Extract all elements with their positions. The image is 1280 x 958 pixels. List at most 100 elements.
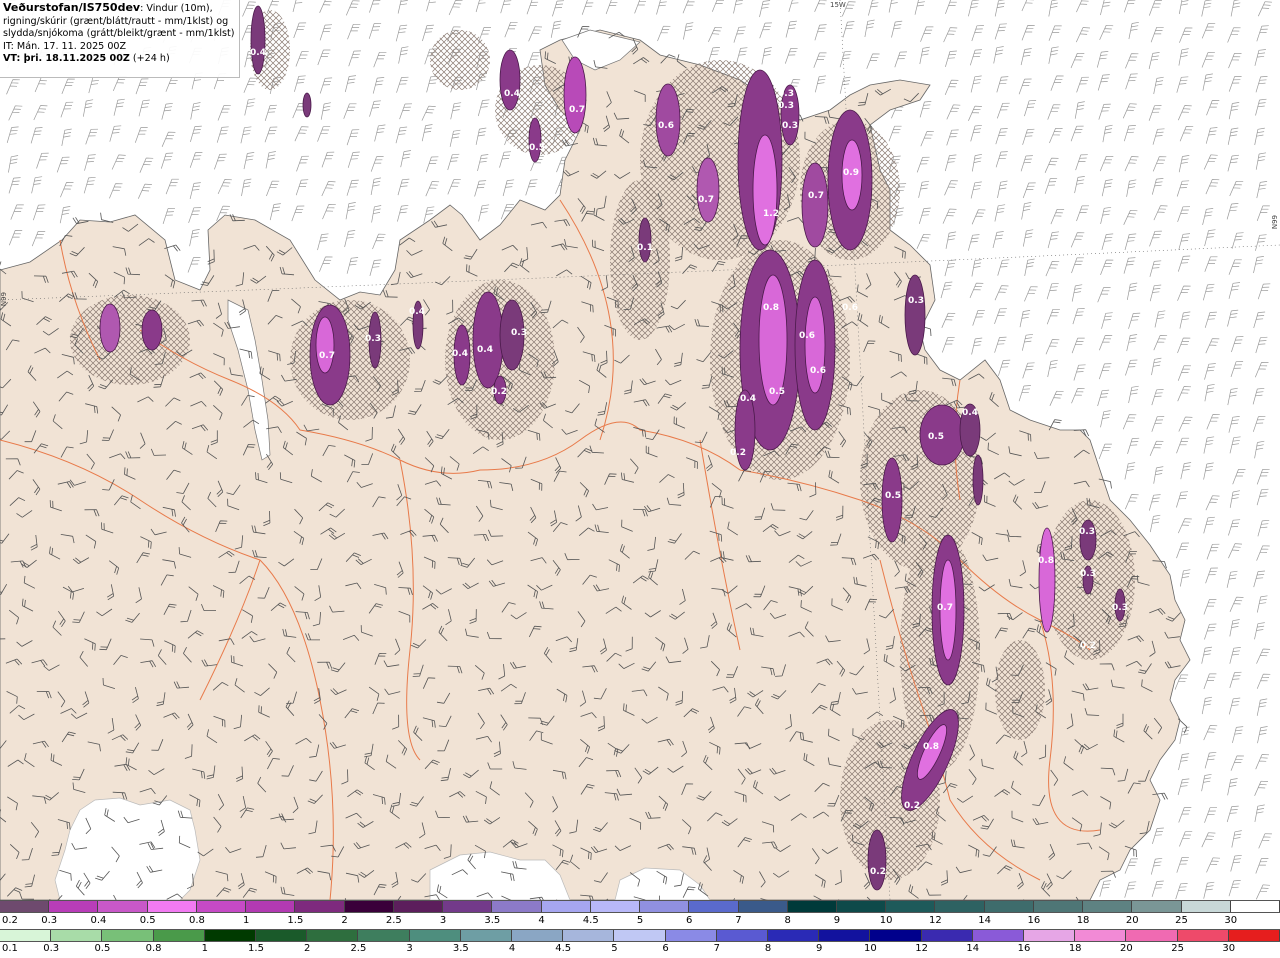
precip-value-label: 0.5 — [928, 432, 944, 442]
precip-value-label: 0.2 — [491, 387, 507, 397]
wind-barb — [265, 151, 276, 169]
wind-barb — [1256, 595, 1268, 613]
colorbar-swatch — [614, 930, 666, 941]
wind-barb — [1228, 102, 1240, 120]
colorbar-label: 2 — [341, 915, 348, 926]
wind-barb — [784, 47, 798, 64]
colorbar-swatch — [590, 901, 641, 912]
wind-barb — [1176, 856, 1189, 873]
wind-barb — [447, 179, 461, 195]
wind-barb — [1203, 516, 1215, 534]
wind-barb — [36, 152, 49, 169]
wind-barb — [1024, 286, 1038, 302]
wind-barb — [733, 26, 746, 43]
wind-barb — [189, 229, 200, 247]
wind-barb — [1228, 697, 1241, 715]
wind-barb — [321, 181, 336, 197]
precip-value-label: 0.4 — [504, 89, 520, 99]
colorbar-swatch — [393, 901, 444, 912]
wind-barb — [944, 154, 957, 172]
colorbar-swatch — [98, 901, 148, 912]
colorbar-label: 3 — [439, 915, 447, 926]
wind-barb — [60, 101, 74, 118]
map-info-box: Veðurstofan/IS750dev: Vindur (10m), rign… — [0, 0, 240, 78]
wind-barb — [1123, 209, 1138, 225]
wind-barb — [1024, 258, 1035, 276]
wind-barb — [426, 75, 438, 93]
wind-barb — [502, 179, 515, 197]
wind-barb — [971, 209, 986, 225]
wind-barb — [1230, 0, 1241, 17]
colorbar-label: 16 — [1017, 943, 1031, 954]
wind-barb — [475, 127, 487, 145]
wind-barb — [372, 233, 386, 250]
wind-barb — [1177, 386, 1192, 402]
wind-barb — [972, 309, 985, 326]
wind-barb — [1100, 0, 1111, 16]
wind-barb — [1229, 596, 1244, 612]
wind-barb — [525, 179, 538, 196]
wind-barb — [1175, 883, 1188, 900]
wind-barb — [1020, 155, 1033, 172]
wind-barb — [942, 208, 957, 224]
wind-barb — [134, 127, 148, 143]
wind-barb — [1178, 155, 1190, 173]
wind-barb — [320, 102, 331, 120]
wind-barb — [426, 0, 436, 12]
wind-barb — [1045, 261, 1060, 277]
wind-barb — [1180, 462, 1192, 480]
colorbar-swatch — [541, 901, 591, 912]
wind-barb — [421, 105, 436, 121]
wind-barb — [1206, 414, 1220, 430]
wind-barb — [1255, 754, 1270, 770]
weather-map: 0.4 0.4 0.7 0.5 0.6 0.7 1.2 0.3 0.3 0.9 0.7 0.1 0.3 0… — [0, 0, 1280, 900]
colorbar-label: 1.5 — [287, 915, 304, 926]
wind-barb — [1149, 514, 1161, 533]
colorbar-swatch — [972, 930, 1025, 941]
wind-barb — [682, 0, 695, 14]
wind-barb — [1024, 100, 1037, 117]
wind-barb — [1179, 311, 1191, 329]
wind-barb — [1205, 567, 1218, 584]
wind-barb — [371, 205, 382, 223]
colorbar-label: 12 — [929, 915, 942, 926]
wind-barb — [1232, 468, 1246, 485]
wind-barb — [967, 234, 980, 251]
wind-barb — [6, 79, 20, 95]
wind-barb — [1048, 25, 1062, 41]
wind-barb — [1124, 233, 1137, 251]
wind-barb — [165, 76, 179, 92]
wind-barb — [1177, 285, 1191, 301]
wind-barb — [864, 19, 875, 38]
wind-barb — [997, 259, 1010, 276]
wind-barb — [971, 259, 982, 277]
wind-barb — [112, 75, 127, 92]
wind-barb — [1178, 48, 1189, 66]
wind-barb — [1022, 182, 1036, 199]
initial-time: IT: Mán. 17. 11. 2025 00Z — [3, 40, 127, 52]
colorbar-label: 20 — [1125, 915, 1139, 926]
precip-value-label: 0.2 — [730, 448, 746, 458]
wind-barb — [478, 204, 490, 222]
precip-value-label: 0.6 — [658, 121, 674, 131]
wind-barb — [83, 176, 96, 194]
wind-barb — [370, 177, 381, 195]
wind-barb — [1075, 154, 1088, 171]
wind-barb — [1123, 125, 1136, 142]
wind-barb — [1149, 440, 1164, 457]
wind-barb — [1125, 359, 1138, 376]
wind-barb — [1151, 389, 1164, 406]
wind-barb — [1126, 334, 1138, 352]
precip-value-label: 0.7 — [698, 195, 714, 205]
wind-barb — [1100, 259, 1114, 276]
wind-barb — [788, 0, 799, 13]
wind-barb — [1073, 364, 1086, 381]
wind-barb — [499, 151, 512, 168]
wind-barb — [1256, 545, 1270, 561]
wind-barb — [1229, 180, 1244, 197]
wind-barb — [994, 0, 1006, 17]
wind-barb — [319, 0, 332, 13]
wind-barb — [920, 26, 934, 42]
wind-barb — [345, 0, 360, 16]
wind-barb — [759, 0, 771, 18]
